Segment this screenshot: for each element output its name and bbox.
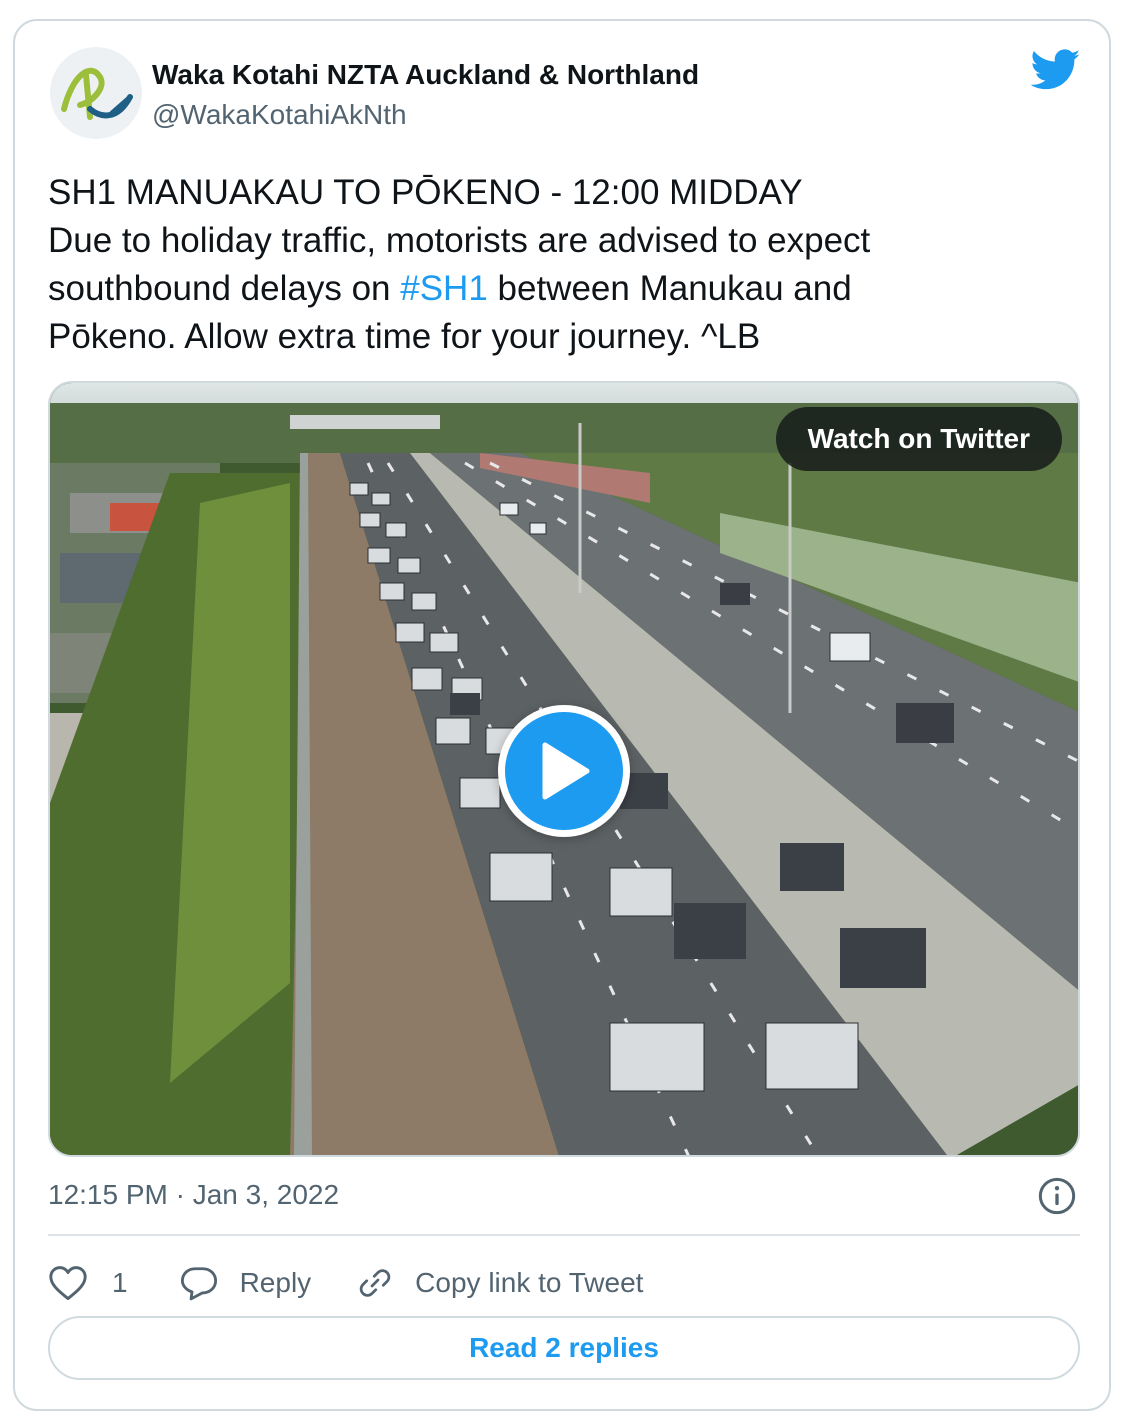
author-name[interactable]: Waka Kotahi NZTA Auckland & Northland xyxy=(152,59,699,91)
read-replies-button[interactable]: Read 2 replies xyxy=(48,1316,1080,1380)
info-icon[interactable] xyxy=(1037,1176,1077,1216)
heart-icon xyxy=(49,1266,87,1301)
reply-button[interactable]: Reply xyxy=(180,1265,312,1301)
author-handle[interactable]: @WakaKotahiAkNth xyxy=(152,99,407,131)
avatar[interactable] xyxy=(50,47,142,139)
watch-on-twitter-button[interactable]: Watch on Twitter xyxy=(775,407,1062,471)
tweet-text-line-3: southbound delays on #SH1 between Manuka… xyxy=(48,265,1088,313)
like-count: 1 xyxy=(112,1267,128,1298)
tweet-text-line-3-pre: southbound delays on xyxy=(48,269,401,308)
play-button[interactable] xyxy=(498,705,630,837)
tweet-text-line-1: SH1 MANUAKAU TO PŌKENO - 12:00 MIDDAY xyxy=(48,173,803,212)
hashtag-link[interactable]: #SH1 xyxy=(400,269,488,308)
tweet-text-line-2: Due to holiday traffic, motorists are ad… xyxy=(48,221,871,260)
twitter-bird-icon[interactable] xyxy=(1031,49,1081,91)
like-button[interactable]: 1 xyxy=(48,1265,128,1301)
tweet-actions: 1 Reply Copy link to Tweet xyxy=(48,1253,643,1313)
tweet-timestamp[interactable]: 12:15 PM · Jan 3, 2022 xyxy=(48,1179,339,1211)
video-player[interactable]: Watch on Twitter xyxy=(48,381,1080,1157)
link-icon xyxy=(359,1269,391,1297)
copy-link-button[interactable]: Copy link to Tweet xyxy=(357,1265,643,1301)
waka-kotahi-logo-icon xyxy=(50,47,142,139)
copy-link-label: Copy link to Tweet xyxy=(415,1267,644,1298)
tweet-card: Waka Kotahi NZTA Auckland & Northland @W… xyxy=(13,19,1111,1411)
divider xyxy=(48,1234,1080,1236)
tweet-text-line-4: Pōkeno. Allow extra time for your journe… xyxy=(48,317,761,356)
tweet-text-line-3-post: between Manukau and xyxy=(487,269,852,308)
speech-bubble-icon xyxy=(180,1267,217,1301)
play-icon xyxy=(542,742,590,800)
reply-label: Reply xyxy=(239,1267,312,1298)
tweet-text: SH1 MANUAKAU TO PŌKENO - 12:00 MIDDAY Du… xyxy=(48,169,1088,361)
